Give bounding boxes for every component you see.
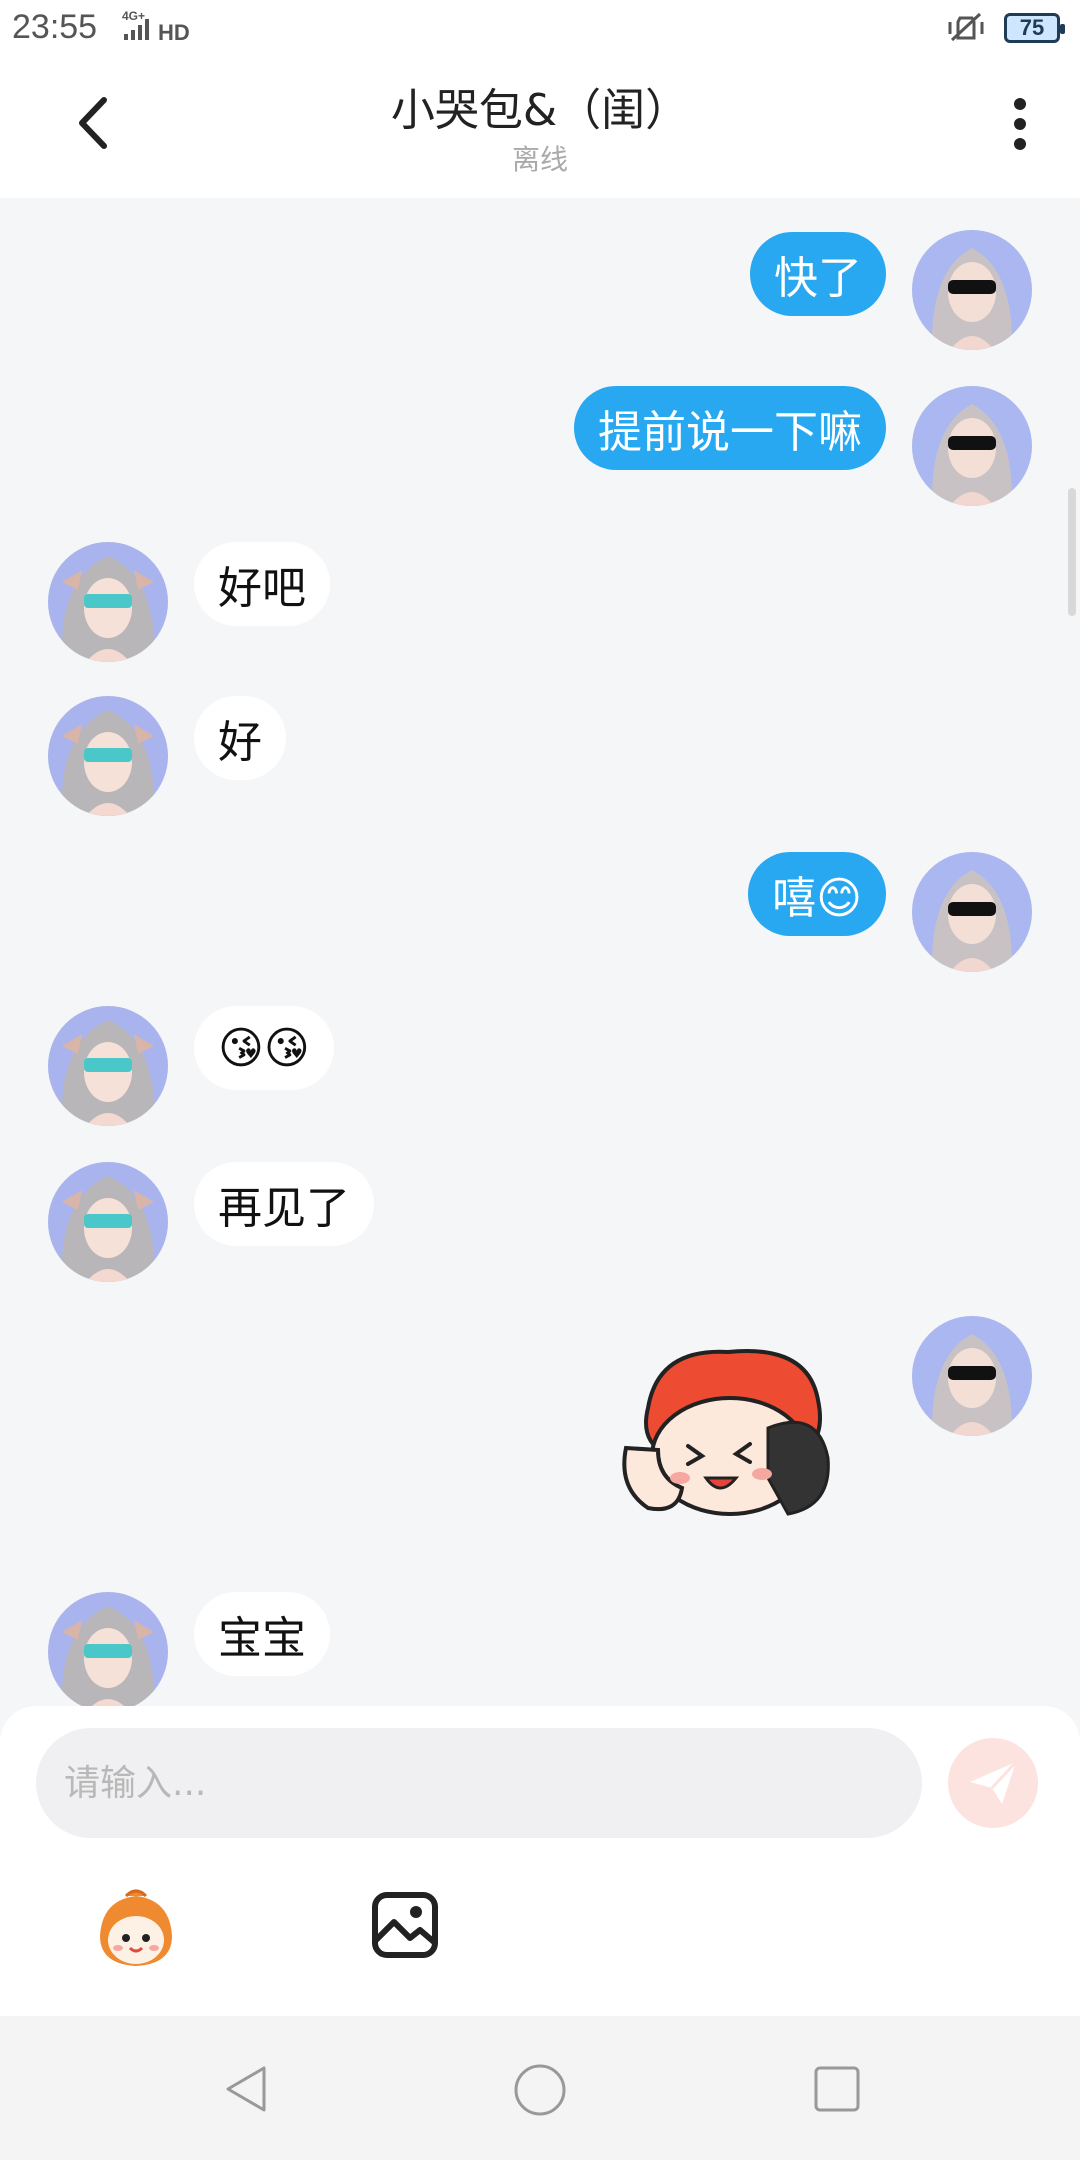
self-avatar[interactable] — [912, 386, 1032, 506]
message-text: 😘😘 — [218, 1022, 310, 1074]
contact-avatar[interactable] — [48, 1592, 168, 1706]
self-avatar-image — [912, 852, 1032, 972]
self-avatar-image — [912, 230, 1032, 350]
message-bubble[interactable]: 好 — [194, 696, 286, 780]
scrollbar[interactable] — [1068, 488, 1076, 616]
message-input[interactable] — [36, 1728, 922, 1838]
send-button[interactable] — [948, 1738, 1038, 1828]
vibrate-mute-icon — [948, 12, 984, 42]
nav-recent-apps-icon[interactable] — [810, 2062, 864, 2116]
message-bubble[interactable]: 嘻😊 — [748, 852, 886, 936]
contact-avatar-image — [48, 1592, 168, 1706]
battery-level: 75 — [1019, 15, 1045, 40]
message-bubble[interactable]: 提前说一下嘛 — [574, 386, 886, 470]
message-bubble[interactable]: 宝宝 — [194, 1592, 330, 1676]
message-text: 宝宝 — [218, 1613, 306, 1664]
message-text: 好 — [218, 717, 262, 768]
message-bubble[interactable]: 快了 — [750, 232, 886, 316]
contact-avatar[interactable] — [48, 1162, 168, 1282]
status-bar: 23:55 4G+ HD 75 — [0, 0, 1080, 58]
contact-avatar-image — [48, 1006, 168, 1126]
cartoon-emoji-icon[interactable] — [92, 1886, 180, 1974]
status-time: 23:55 — [12, 8, 98, 46]
contact-avatar[interactable] — [48, 542, 168, 662]
contact-avatar-image — [48, 1162, 168, 1282]
contact-status: 离线 — [511, 143, 568, 176]
sticker-message[interactable] — [618, 1338, 848, 1528]
self-avatar[interactable] — [912, 1316, 1032, 1436]
self-avatar-image — [912, 1316, 1032, 1436]
self-avatar[interactable] — [912, 230, 1032, 350]
contact-avatar-image — [48, 542, 168, 662]
contact-name: 小哭包&（闺） — [390, 85, 690, 136]
contact-avatar[interactable] — [48, 1006, 168, 1126]
message-bubble[interactable]: 好吧 — [194, 542, 330, 626]
input-panel — [0, 1706, 1080, 2016]
system-nav-bar — [0, 2016, 1080, 2160]
chat-header: 小哭包&（闺） 离线 — [0, 58, 1080, 198]
message-list[interactable]: 快了 提前说一下嘛 好吧 好 嘻😊 😘😘 再见了 宝宝 — [0, 198, 1080, 1706]
self-avatar[interactable] — [912, 852, 1032, 972]
contact-avatar-image — [48, 696, 168, 816]
signal-icon: 4G+ HD — [122, 9, 190, 44]
image-icon[interactable] — [370, 1890, 440, 1960]
contact-avatar[interactable] — [48, 696, 168, 816]
status-right: 75 — [946, 10, 1065, 46]
message-text: 快了 — [774, 253, 862, 304]
message-bubble[interactable]: 😘😘 — [194, 1006, 334, 1090]
svg-text:HD: HD — [158, 20, 190, 44]
self-avatar-image — [912, 386, 1032, 506]
nav-back-icon[interactable] — [220, 2062, 274, 2116]
send-icon — [970, 1760, 1018, 1804]
svg-text:4G+: 4G+ — [122, 9, 145, 23]
nav-home-icon[interactable] — [512, 2062, 568, 2118]
message-text: 再见了 — [218, 1183, 350, 1234]
battery-indicator: 75 — [1004, 13, 1065, 43]
message-text: 嘻😊 — [772, 873, 862, 924]
message-bubble[interactable]: 再见了 — [194, 1162, 374, 1246]
message-text: 好吧 — [218, 563, 306, 614]
more-options-icon[interactable] — [1000, 94, 1040, 154]
message-text: 提前说一下嘛 — [598, 407, 862, 458]
